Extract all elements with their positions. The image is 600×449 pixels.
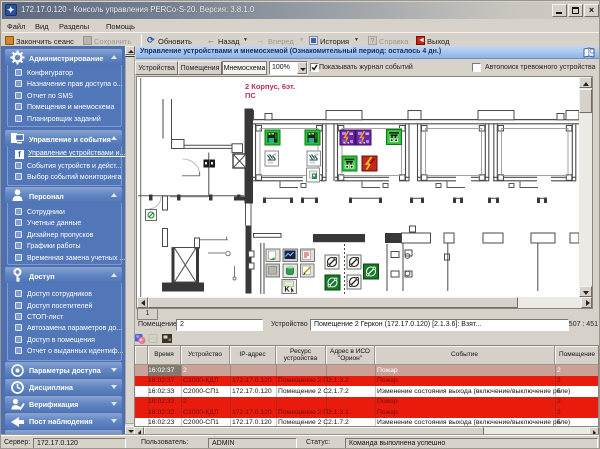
- svg-text:ПС: ПС: [245, 91, 256, 100]
- svg-text:2 Корпус, 6эт.: 2 Корпус, 6эт.: [245, 82, 295, 91]
